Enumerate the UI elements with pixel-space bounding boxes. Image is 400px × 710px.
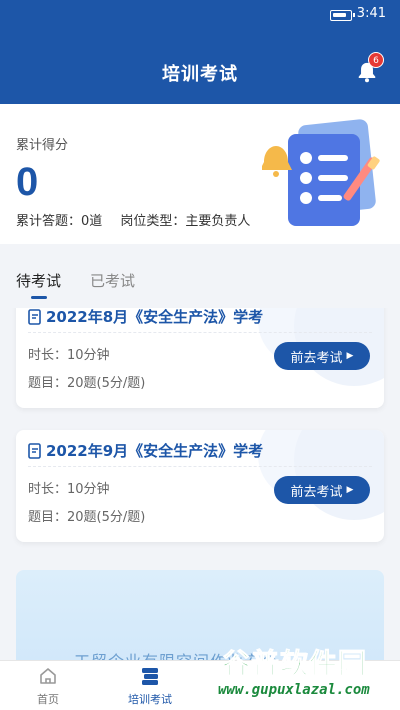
tab-completed[interactable]: 已考试 bbox=[90, 270, 135, 291]
watermark-name: 谷普软件园 bbox=[221, 647, 368, 681]
exam-paper-icon bbox=[28, 308, 41, 325]
start-exam-button[interactable]: 前去考试 ▶ bbox=[274, 342, 370, 370]
divider bbox=[28, 332, 372, 333]
exam-questions: 题目：20题(5分/题) bbox=[28, 376, 146, 391]
exam-questions: 题目：20题(5分/题) bbox=[28, 510, 146, 525]
start-exam-label: 前去考试 bbox=[290, 350, 343, 366]
nav-training-label: 培训考试 bbox=[128, 693, 172, 706]
exam-paper-icon bbox=[28, 442, 41, 459]
exam-title-text: 2022年8月《安全生产法》学考 bbox=[46, 308, 264, 326]
exam-title-text: 2022年9月《安全生产法》学考 bbox=[46, 442, 264, 460]
score-summary-card: 累计得分 0 累计答题：0道 岗位类型：主要负责人 bbox=[0, 104, 400, 244]
status-bar: 3:41 bbox=[0, 0, 400, 28]
start-exam-button[interactable]: 前去考试 ▶ bbox=[274, 476, 370, 504]
exam-title: 2022年8月《安全生产法》学考 bbox=[28, 308, 263, 327]
app-header: 3:41 培训考试 6 bbox=[0, 0, 400, 104]
exam-card[interactable]: 2022年8月《安全生产法》学考 时长：10分钟 题目：20题(5分/题) 前去… bbox=[16, 308, 384, 408]
home-icon bbox=[40, 668, 56, 684]
watermark-logo: 谷普软件园 www.gupuxlazal.com bbox=[218, 642, 398, 706]
battery-icon bbox=[330, 10, 355, 21]
page-title: 培训考试 bbox=[162, 64, 238, 85]
answered-count: 累计答题：0道 bbox=[16, 214, 103, 229]
nav-training-exam[interactable]: 培训考试 bbox=[110, 665, 190, 707]
card-decoration bbox=[294, 430, 384, 520]
play-arrow-icon: ▶ bbox=[346, 485, 354, 495]
notification-badge: 6 bbox=[368, 52, 384, 68]
play-arrow-icon: ▶ bbox=[346, 351, 354, 361]
watermark-url: www.gupuxlazal.com bbox=[218, 682, 370, 698]
nav-home[interactable]: 首页 bbox=[8, 665, 88, 707]
exam-duration: 时长：10分钟 bbox=[28, 482, 110, 497]
exam-list[interactable]: 2022年8月《安全生产法》学考 时长：10分钟 题目：20题(5分/题) 前去… bbox=[0, 308, 400, 660]
score-value: 0 bbox=[16, 160, 39, 204]
start-exam-label: 前去考试 bbox=[290, 484, 343, 500]
exam-tabs: 待考试 已考试 bbox=[0, 262, 400, 302]
score-label: 累计得分 bbox=[16, 138, 69, 153]
active-tab-indicator bbox=[31, 296, 47, 299]
exam-illustration-icon bbox=[262, 119, 380, 226]
position-type: 岗位类型：主要负责人 bbox=[120, 214, 251, 229]
exam-duration: 时长：10分钟 bbox=[28, 348, 110, 363]
divider bbox=[28, 466, 372, 467]
stats-line: 累计答题：0道 岗位类型：主要负责人 bbox=[16, 210, 250, 229]
tab-pending[interactable]: 待考试 bbox=[16, 270, 61, 291]
exam-title: 2022年9月《安全生产法》学考 bbox=[28, 440, 263, 461]
exam-card[interactable]: 2022年9月《安全生产法》学考 时长：10分钟 题目：20题(5分/题) 前去… bbox=[16, 430, 384, 542]
nav-home-label: 首页 bbox=[37, 693, 59, 706]
status-time: 3:41 bbox=[356, 6, 386, 21]
book-stack-icon bbox=[142, 668, 158, 685]
